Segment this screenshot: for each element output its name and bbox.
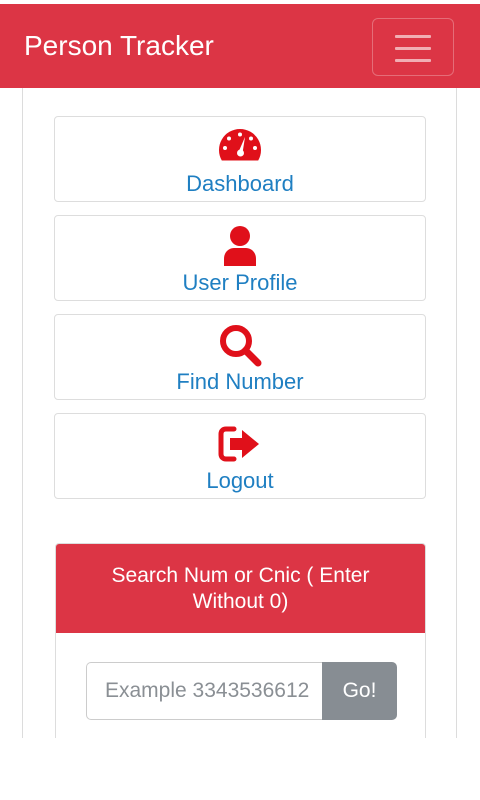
- menu-item-label: Dashboard: [186, 171, 294, 196]
- go-button[interactable]: Go!: [322, 662, 397, 720]
- hamburger-bar: [395, 59, 431, 62]
- menu-item-find-number[interactable]: Find Number: [54, 314, 426, 400]
- menu-item-label: Logout: [206, 468, 274, 493]
- app-brand-title[interactable]: Person Tracker: [24, 29, 214, 63]
- menu-item-label: User Profile: [182, 270, 298, 295]
- menu-item-label: Find Number: [176, 369, 304, 394]
- logout-icon: [217, 422, 263, 466]
- search-input[interactable]: [86, 662, 322, 720]
- menu-item-logout[interactable]: Logout: [54, 413, 426, 499]
- hamburger-menu-icon: [395, 35, 431, 38]
- hamburger-bar: [395, 47, 431, 50]
- search-icon: [217, 323, 263, 367]
- top-navbar: Person Tracker: [0, 4, 480, 88]
- user-icon: [217, 224, 263, 268]
- search-card: Search Num or Cnic ( Enter Without 0) Go…: [55, 543, 426, 743]
- container-left-border: [22, 88, 23, 738]
- speedometer-icon: [217, 125, 263, 169]
- menu-item-user-profile[interactable]: User Profile: [54, 215, 426, 301]
- menu-item-dashboard[interactable]: Dashboard: [54, 116, 426, 202]
- search-card-title: Search Num or Cnic ( Enter Without 0): [111, 563, 370, 613]
- page-bottom-area: [0, 738, 480, 800]
- search-card-header: Search Num or Cnic ( Enter Without 0): [56, 544, 425, 633]
- menu-toggle-button[interactable]: [372, 18, 454, 76]
- container-right-border: [456, 88, 457, 738]
